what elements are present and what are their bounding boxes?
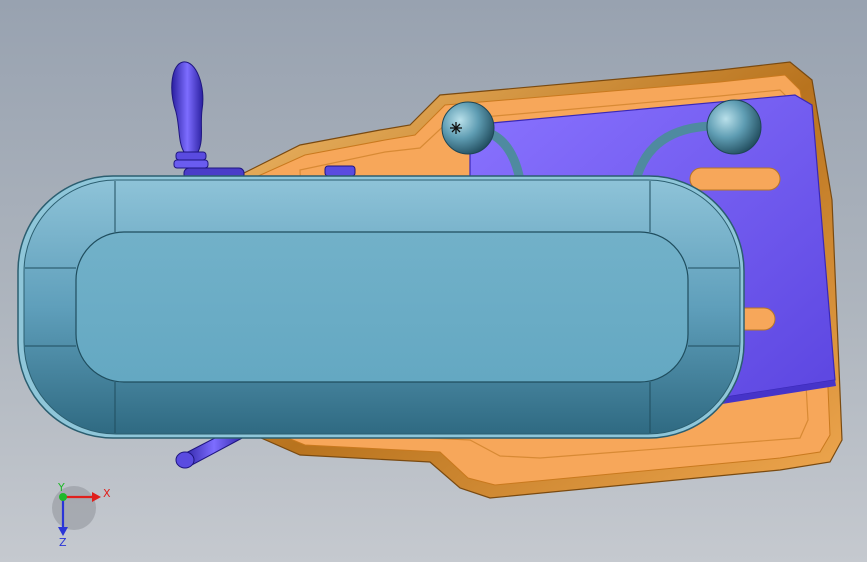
cover-flat-face [75,231,689,383]
lever-stub-end [175,451,195,469]
triad-y-axis-dot [59,493,67,501]
slide-slot-upper [689,167,781,191]
triad-z-label: Z [59,536,67,549]
lever-collar-1 [175,151,207,161]
lever-collar-2 [173,159,209,169]
model-scene[interactable]: X Y Z [0,0,867,562]
orientation-triad[interactable]: X Y Z [52,481,111,549]
lever-handle[interactable] [171,61,245,181]
triad-y-label: Y [57,481,65,494]
triad-x-arrow-icon [92,492,101,502]
cover-tray[interactable] [17,175,745,439]
ball-knob-left [441,101,495,155]
triad-x-label: X [103,487,111,500]
cad-3d-viewport[interactable]: X Y Z [0,0,867,562]
lever-grip [171,61,204,153]
ball-knob-right [706,99,762,155]
screw[interactable] [324,165,356,177]
triad-z-arrow-icon [58,527,68,536]
